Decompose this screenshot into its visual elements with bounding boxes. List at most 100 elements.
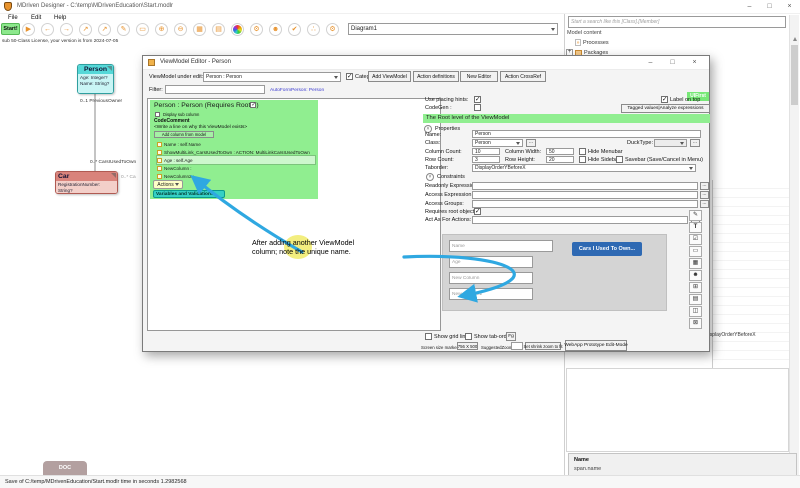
action-crossref-button[interactable]: Action CrossRef — [500, 71, 546, 82]
access-groups-input[interactable] — [472, 200, 698, 208]
play-icon[interactable]: ▶ — [22, 23, 35, 36]
zoom-in-icon[interactable]: ⊕ — [155, 23, 168, 36]
text-tool-icon[interactable]: T — [689, 222, 702, 233]
readonly-expression-input[interactable] — [472, 182, 698, 190]
input-tool-icon[interactable]: ▭ — [689, 246, 702, 257]
class-box-person[interactable]: Person Age: Integer? Name: String? — [77, 64, 114, 94]
table-tool-icon[interactable]: ▦ — [689, 258, 702, 269]
action-definitions-button[interactable]: Action definitions — [413, 71, 459, 82]
codegen-checkbox[interactable] — [474, 104, 481, 111]
access-groups-browse-button[interactable]: ... — [700, 200, 709, 208]
dialog-maximize-button[interactable]: □ — [663, 57, 682, 69]
color-wheel-icon[interactable] — [231, 23, 244, 36]
pointer-add-icon[interactable]: ↗ — [98, 23, 111, 36]
settings-gear-icon[interactable]: ⚙ — [326, 23, 339, 36]
categ-checkbox[interactable] — [346, 73, 353, 80]
access-expression-input[interactable] — [472, 191, 698, 199]
column-count-input[interactable] — [472, 148, 500, 155]
webapp-prototype-button[interactable]: WebApp Prototype Edit-Mode — [565, 340, 627, 351]
label-on-top-checkbox[interactable] — [661, 96, 668, 103]
pointer-icon[interactable]: ↗ — [79, 23, 92, 36]
expand-icon[interactable]: ˅ — [426, 173, 434, 181]
preview-newcolumn-field[interactable] — [449, 272, 533, 284]
column-row[interactable]: NewColumn : — [157, 164, 315, 172]
scroll-up-icon[interactable] — [793, 37, 797, 41]
minimize-button[interactable]: – — [740, 1, 759, 13]
show-tab-order-checkbox[interactable] — [465, 333, 472, 340]
menu-help[interactable]: Help — [54, 15, 66, 22]
edit-tool-icon[interactable]: ✎ — [689, 210, 702, 221]
column-row[interactable]: Name : self.Name — [157, 140, 315, 148]
hide-menubar-checkbox[interactable] — [579, 148, 586, 155]
preview-newcolumn2-field[interactable] — [449, 288, 533, 300]
maximize-button[interactable]: □ — [760, 1, 779, 13]
layers-icon[interactable]: ▤ — [212, 23, 225, 36]
hide-sidebar-checkbox[interactable] — [579, 156, 586, 163]
validate-icon[interactable]: ✔ — [288, 23, 301, 36]
dialog-minimize-button[interactable]: – — [641, 57, 660, 69]
menu-edit[interactable]: Edit — [31, 15, 41, 22]
viewmodel-root-node[interactable]: Person : Person (Requires Root) Display … — [150, 100, 318, 199]
column-row[interactable]: ShowMultiLink_CarsIUsedToOwn : ACTION: M… — [157, 148, 315, 156]
use-placing-hints-checkbox[interactable] — [474, 96, 481, 103]
column-row-selected[interactable]: Age : self.Age — [157, 156, 315, 164]
back-arrow-icon[interactable]: ← — [41, 23, 54, 36]
save-icon[interactable]: ▦ — [193, 23, 206, 36]
name-input[interactable] — [472, 130, 701, 138]
class-box-car[interactable]: Car RegistrationNumber: String? — [55, 171, 118, 194]
class-browse-button[interactable]: ... — [526, 139, 536, 147]
fg-button[interactable]: Fg — [506, 332, 516, 341]
doc-tab[interactable]: DOC — [43, 461, 87, 475]
taborder-select[interactable]: DisplayOrderYBeforeX — [472, 164, 696, 172]
tagged-values-button[interactable]: Tagged values|Analyze expressions — [621, 104, 710, 113]
close-button[interactable]: × — [780, 1, 799, 13]
act-as-input[interactable] — [472, 216, 688, 224]
row-count-input[interactable] — [472, 156, 500, 163]
search-input[interactable] — [568, 16, 786, 28]
tree-item-processes[interactable]: » Processes — [575, 39, 609, 46]
constraints-header[interactable]: Constraints — [437, 174, 465, 181]
zoom-out-icon[interactable]: ⊖ — [174, 23, 187, 36]
add-viewmodel-button[interactable]: Add ViewModel — [368, 71, 411, 82]
savebar-checkbox[interactable] — [616, 156, 623, 163]
diagram-selector[interactable]: Diagram1 — [348, 23, 558, 35]
gears-icon[interactable]: ⚙ — [250, 23, 263, 36]
new-editor-button[interactable]: New Editor — [460, 71, 498, 82]
viewmodel-select[interactable]: Person : Person — [203, 72, 341, 82]
row-height-input[interactable] — [546, 156, 574, 163]
user-icon[interactable]: ☻ — [269, 23, 282, 36]
forward-arrow-icon[interactable]: → — [60, 23, 73, 36]
screen-size-value[interactable]: 756 X 500 — [457, 342, 478, 350]
column-row[interactable]: NewColumn2 : — [157, 172, 315, 180]
scrollbar-thumb[interactable] — [791, 45, 798, 105]
add-column-button[interactable]: Add column from model — [154, 131, 214, 138]
ducktype-select[interactable] — [654, 139, 687, 147]
menu-file[interactable]: File — [8, 15, 18, 22]
column-width-input[interactable] — [546, 148, 574, 155]
image-tool-icon[interactable]: ◫ — [689, 306, 702, 317]
class-select[interactable]: Person — [472, 139, 523, 147]
readonly-browse-button[interactable]: ... — [700, 182, 709, 190]
cars-i-used-to-own-button[interactable]: Cars I Used To Own... — [572, 242, 642, 256]
actions-badge[interactable]: Actions — [153, 180, 183, 189]
screen-icon[interactable]: ▭ — [136, 23, 149, 36]
filter-input[interactable] — [165, 85, 265, 94]
comment-hint[interactable]: <Write a line on why this ViewModel exis… — [154, 124, 247, 131]
access-expr-browse-button[interactable]: ... — [700, 191, 709, 199]
set-shrink-zoom-button[interactable]: Set shrink zoom to fit — [525, 342, 561, 350]
pen-icon[interactable]: ✎ — [117, 23, 130, 36]
preview-name-field[interactable] — [449, 240, 553, 252]
display-sub-column-checkbox[interactable] — [155, 112, 160, 117]
suggested-zoom-input[interactable] — [511, 342, 523, 350]
person-tool-icon[interactable]: ☻ — [689, 270, 702, 281]
link-tool-icon[interactable]: ⊞ — [689, 282, 702, 293]
dialog-close-button[interactable]: × — [685, 57, 704, 69]
preview-age-field[interactable] — [449, 256, 533, 268]
memo-tool-icon[interactable]: ▤ — [689, 294, 702, 305]
checkbox-tool-icon[interactable]: ☑ — [689, 234, 702, 245]
variables-validations-badge[interactable]: Variables and Validations — [153, 190, 225, 198]
autoform-link[interactable]: AutoFormPerson: Person — [270, 87, 324, 94]
show-grid-lines-checkbox[interactable] — [425, 333, 432, 340]
start-button[interactable]: Start! — [1, 23, 20, 35]
share-icon[interactable]: ∴ — [307, 23, 320, 36]
